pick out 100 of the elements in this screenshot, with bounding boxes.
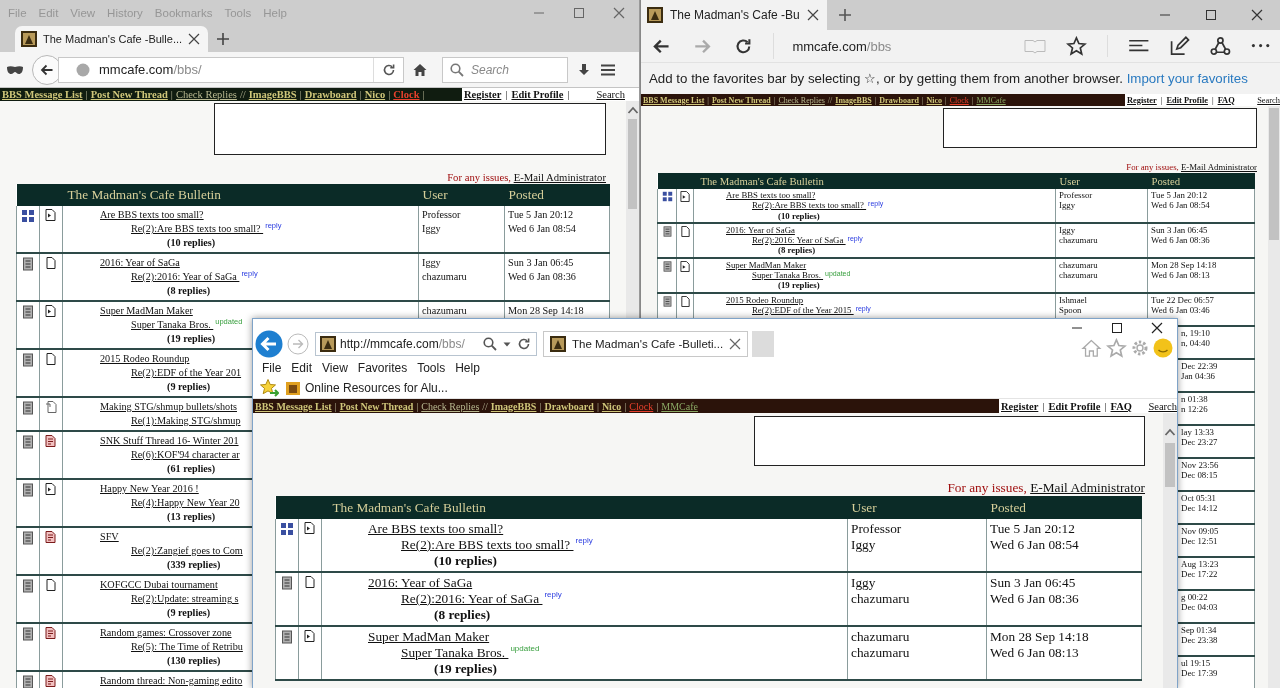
- menu-item[interactable]: File: [257, 361, 287, 375]
- thread-link[interactable]: Are BBS texts too small?: [368, 521, 504, 536]
- nav-link[interactable]: Drawboard: [304, 89, 357, 100]
- reply-link[interactable]: Re(4):Happy New Year 20: [131, 497, 240, 508]
- admin-link[interactable]: E-Mail Administrator: [1030, 480, 1145, 495]
- reply-link[interactable]: Re(2):EDF of the Year 201: [131, 367, 242, 378]
- nav-link[interactable]: Edit Profile: [1166, 95, 1208, 105]
- search-link[interactable]: Search: [596, 89, 625, 100]
- address-bar[interactable]: http://mmcafe.com/bbs/: [315, 332, 537, 356]
- thread-link[interactable]: Random games: Crossover zone: [100, 627, 232, 638]
- new-tab-icon[interactable]: [837, 8, 852, 22]
- nav-link[interactable]: BBS Message List: [255, 400, 332, 412]
- scroll-up-icon[interactable]: [626, 105, 639, 115]
- nav-link[interactable]: ImageBBS: [248, 89, 297, 100]
- nav-link[interactable]: Clock: [393, 89, 420, 100]
- scrollbar-thumb[interactable]: [1269, 108, 1279, 240]
- home-icon[interactable]: [412, 61, 428, 78]
- reply-link[interactable]: Re(5): The Time of Retribu: [131, 641, 243, 652]
- favorites-star-icon[interactable]: [259, 377, 279, 398]
- nav-link[interactable]: Drawboard: [544, 400, 594, 412]
- thread-link[interactable]: SNK Stuff Thread 16- Winter 201: [100, 435, 239, 446]
- nav-link[interactable]: Nico: [601, 400, 622, 412]
- thread-link[interactable]: Super MadMan Maker: [726, 259, 807, 270]
- nav-link[interactable]: Register: [464, 89, 502, 100]
- reply-link[interactable]: Re(2):Are BBS texts too small? $^{reply}$: [752, 200, 884, 211]
- share-icon[interactable]: [1210, 35, 1231, 57]
- reply-link[interactable]: Re(2):Update: streaming s: [131, 593, 239, 604]
- admin-link[interactable]: E-Mail Administrator: [1181, 162, 1257, 172]
- nav-link[interactable]: FAQ: [1217, 95, 1235, 105]
- reply-link[interactable]: Re(2):EDF of the Year 2015 $^{reply}$: [752, 304, 871, 315]
- nav-link[interactable]: Clock: [949, 95, 969, 105]
- search-link[interactable]: Search: [1148, 400, 1177, 412]
- reply-link[interactable]: Re(2):Are BBS texts too small? $^{reply}$: [401, 537, 593, 552]
- smiley-icon[interactable]: [1153, 338, 1173, 358]
- reply-link[interactable]: Super Tanaka Bros. $^{updated}$: [752, 270, 851, 281]
- maximize-icon[interactable]: [1111, 322, 1123, 334]
- thread-link[interactable]: Super MadMan Maker: [100, 305, 193, 316]
- reply-link[interactable]: Re(1):Making STG/shmup: [131, 415, 241, 426]
- scrollbar-thumb[interactable]: [628, 119, 637, 209]
- mask-icon[interactable]: [6, 63, 24, 76]
- refresh-icon[interactable]: [516, 336, 532, 352]
- close-icon[interactable]: [188, 33, 201, 45]
- nav-link[interactable]: Edit Profile: [1048, 400, 1101, 412]
- nav-link[interactable]: Drawboard: [879, 95, 919, 105]
- nav-link[interactable]: Check Replies: [778, 95, 825, 105]
- close-icon[interactable]: [806, 9, 819, 21]
- reply-link[interactable]: Re(2):2016: Year of SaGa $^{reply}$: [752, 235, 863, 246]
- nav-link[interactable]: BBS Message List: [2, 89, 83, 100]
- menu-item[interactable]: Edit: [286, 361, 318, 375]
- address-bar[interactable]: mmcafe.com/bbs: [773, 33, 964, 59]
- menu-item[interactable]: Help: [450, 361, 485, 375]
- thread-link[interactable]: 2015 Rodeo Roundup: [726, 294, 804, 305]
- favorite-link[interactable]: Online Resources for Alu...: [305, 380, 448, 395]
- scrollbar-thumb[interactable]: [1165, 443, 1175, 487]
- menu-item[interactable]: Favorites: [352, 361, 413, 375]
- reply-link[interactable]: Re(2):2016: Year of SaGa $^{reply}$: [401, 591, 562, 606]
- nav-link[interactable]: ImageBBS: [490, 400, 537, 412]
- nav-link[interactable]: Edit Profile: [511, 89, 564, 100]
- nav-link[interactable]: Nico: [926, 95, 943, 105]
- menu-item[interactable]: View: [317, 361, 353, 375]
- nav-link[interactable]: Post New Thread: [711, 95, 771, 105]
- scrollbar[interactable]: [1268, 106, 1280, 688]
- scrollbar[interactable]: [626, 101, 639, 318]
- new-tab-icon[interactable]: [216, 32, 231, 46]
- thread-link[interactable]: 2016: Year of SaGa: [368, 575, 473, 590]
- search-link[interactable]: Search: [1257, 95, 1280, 105]
- nav-link[interactable]: Register: [1001, 400, 1039, 412]
- reply-link[interactable]: Re(6):KOF'94 character ar: [131, 449, 240, 460]
- nav-link[interactable]: BBS Message List: [643, 95, 705, 105]
- address-bar[interactable]: mmcafe.com/bbs/: [58, 56, 404, 83]
- nav-link[interactable]: Post New Thread: [339, 400, 414, 412]
- nav-link[interactable]: FAQ: [1110, 400, 1132, 412]
- thread-link[interactable]: Are BBS texts too small?: [100, 209, 204, 220]
- nav-link[interactable]: MMCafe: [976, 95, 1006, 105]
- nav-link[interactable]: Clock: [629, 400, 654, 412]
- thread-link[interactable]: KOFGCC Dubai tournament: [100, 579, 218, 590]
- nav-link[interactable]: ImageBBS: [835, 95, 872, 105]
- thread-link[interactable]: 2016: Year of SaGa: [726, 224, 795, 235]
- close-icon[interactable]: [1251, 9, 1263, 21]
- browser-tab[interactable]: The Madman's Cafe -Bu: [641, 0, 827, 30]
- search-field[interactable]: Search: [442, 56, 568, 83]
- nav-link[interactable]: Nico: [364, 89, 386, 100]
- thread-link[interactable]: Super MadMan Maker: [368, 629, 490, 644]
- browser-tab[interactable]: The Madman's Cafe -Bulle...: [15, 26, 209, 52]
- maximize-icon[interactable]: [1205, 9, 1217, 21]
- nav-link[interactable]: MMCafe: [661, 400, 698, 412]
- admin-link[interactable]: E-Mail Administrator: [513, 171, 606, 183]
- nav-link[interactable]: Check Replies: [175, 89, 237, 100]
- thread-link[interactable]: 2016: Year of SaGa: [100, 257, 180, 268]
- reply-link[interactable]: Re(2):2016: Year of SaGa $^{reply}$: [131, 271, 258, 282]
- nav-link[interactable]: Post New Thread: [90, 89, 168, 100]
- star-icon[interactable]: [1065, 35, 1087, 57]
- thread-link[interactable]: Are BBS texts too small?: [726, 190, 816, 200]
- scrollbar[interactable]: [1163, 413, 1177, 688]
- close-icon[interactable]: [1151, 322, 1163, 334]
- browser-tab[interactable]: The Madman's Cafe -Bulleti...: [543, 331, 749, 357]
- thread-link[interactable]: SFV: [100, 531, 119, 542]
- thread-link[interactable]: Making STG/shmup bullets/shots: [100, 401, 237, 412]
- scroll-up-icon[interactable]: [1164, 427, 1176, 437]
- reply-link[interactable]: Super Tanaka Bros. $^{updated}$: [401, 645, 540, 660]
